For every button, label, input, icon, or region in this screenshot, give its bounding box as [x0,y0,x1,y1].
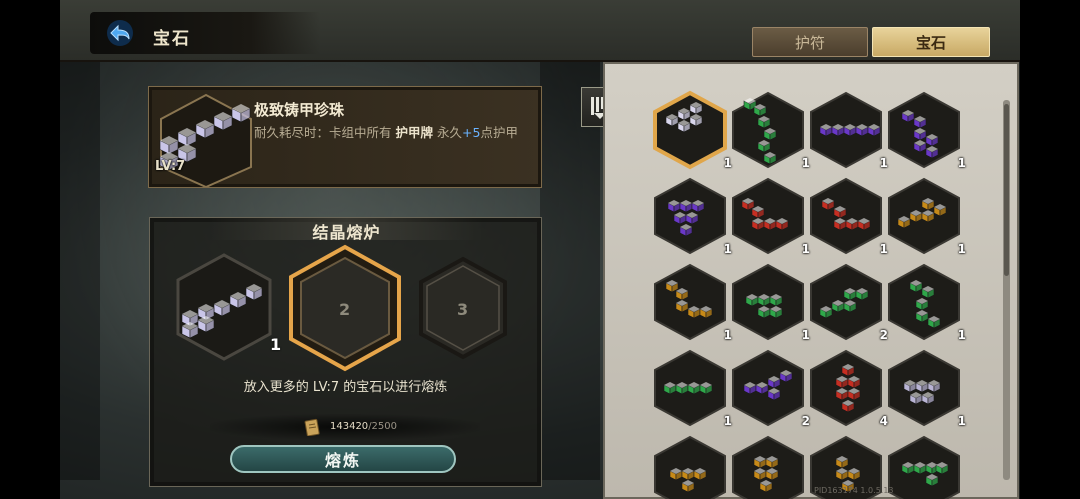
gem-icon [654,435,726,499]
gem-slot[interactable]: 2 [730,348,810,428]
gold-coin-icon [304,418,320,436]
build-version: PID163174 1.0.5.13 [814,486,894,495]
gem-slot[interactable]: 1 [886,176,966,256]
gem-icon [888,91,960,169]
gem-icon [732,177,804,255]
gem-slot[interactable] [886,434,962,499]
gem-desc-bonus: +5 [462,125,481,140]
gem-slot[interactable]: 1 [652,262,732,342]
back-arrow-icon [107,20,133,46]
gem-slot[interactable]: 1 [730,262,810,342]
gem-count: 1 [957,328,966,342]
gem-count: 1 [957,156,966,170]
gem-icon [888,435,960,499]
gem-icon [888,349,960,427]
gem-icon [654,349,726,427]
tab-gem[interactable]: 宝石 [872,27,990,57]
gem-slot[interactable]: 1 [808,90,888,170]
cost-current: 143420 [330,421,369,432]
gem-name: 极致铸甲珍珠 [254,101,345,119]
gem-icon [654,263,726,341]
gem-slot[interactable]: 2 [808,262,888,342]
gem-slot[interactable]: 1 [652,90,732,170]
gem-icon [810,91,882,169]
gem-icon [810,263,882,341]
gem-desc-mid: 永久 [437,125,463,140]
inventory-scrollbar[interactable] [1004,104,1009,276]
furnace-hint: 放入更多的 LV:7 的宝石以进行熔炼 [243,380,448,395]
gem-icon [654,177,726,255]
gem-count: 1 [957,242,966,256]
furnace-slot-2-label: 2 [339,300,351,319]
gem-level: LV:7 [155,159,186,174]
furnace-slot-1[interactable] [172,252,276,362]
gem-desc-suffix: 点护甲 [480,125,518,140]
gem-description: 耐久耗尽时：卡组中所有 护甲牌 永久+5点护甲 [254,122,534,143]
right-letterbox [1020,0,1080,499]
gem-slot[interactable]: 1 [730,90,810,170]
gem-info-card: LV:7 极致铸甲珍珠 耐久耗尽时：卡组中所有 护甲牌 永久+5点护甲 [148,86,542,188]
back-button[interactable] [100,18,140,48]
gem-icon [810,177,882,255]
gem-slot[interactable]: 1 [886,348,966,428]
gem-slot[interactable]: 4 [808,348,888,428]
gem-slot[interactable] [652,434,728,499]
gem-slot[interactable] [730,434,806,499]
gem-icon [732,435,804,499]
gem-desc-target: 护甲牌 [395,125,434,140]
gem-slot[interactable]: 1 [886,262,966,342]
cost-text: 143420/2500 [330,421,397,432]
gem-desc-prefix: 耐久耗尽时：卡组中所有 [254,125,392,140]
furnace-slot-3-label: 3 [457,300,469,319]
gem-icon [732,349,804,427]
gem-slot[interactable]: 1 [808,176,888,256]
gem-slot[interactable]: 1 [730,176,810,256]
gem-icon [888,177,960,255]
page-title: 宝石 [153,29,191,49]
furnace-slot-1-count: 1 [270,335,282,354]
left-letterbox [0,0,60,499]
gem-slot[interactable]: 1 [652,176,732,256]
gem-icon [888,263,960,341]
furnace-title: 结晶熔炉 [312,223,381,242]
smelt-button[interactable]: 熔炼 [230,445,456,473]
gem-count: 1 [957,414,966,428]
gem-icon [810,349,882,427]
gem-icon [653,90,727,170]
tab-charm[interactable]: 护符 [752,27,868,57]
gem-slot[interactable]: 1 [652,348,732,428]
gem-icon [732,263,804,341]
gem-icon [732,91,804,169]
cost-max: /2500 [368,421,398,432]
gem-slot[interactable]: 1 [886,90,966,170]
